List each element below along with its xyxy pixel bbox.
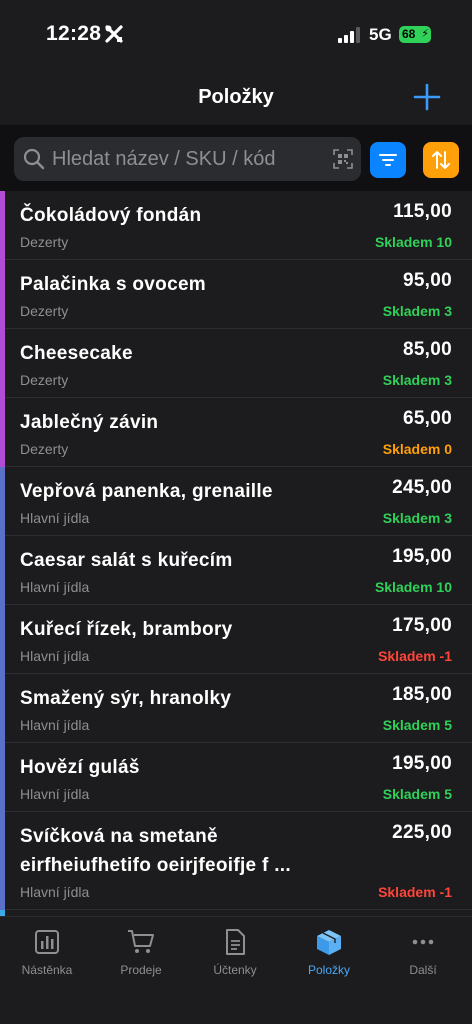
- status-time: 12:28: [46, 22, 102, 45]
- category-color-bar: [0, 743, 5, 812]
- item-category: Hlavní jídla: [20, 717, 90, 733]
- category-color-bar: [0, 812, 5, 910]
- item-name: Cheesecake: [20, 343, 133, 364]
- item-category: Dezerty: [20, 372, 69, 388]
- category-color-bar: [0, 605, 5, 674]
- filter-button[interactable]: [370, 142, 406, 178]
- sort-icon: [432, 151, 450, 169]
- list-item[interactable]: Svíčková na smetaně eirfheiufhetifo oeir…: [0, 812, 472, 910]
- tab-label: Prodeje: [120, 963, 162, 977]
- item-name: Vepřová panenka, grenaille: [20, 481, 273, 502]
- stock-badge: Skladem 3: [382, 303, 452, 319]
- tab-nastenka[interactable]: Nástěnka: [0, 927, 94, 977]
- page-title: Položky: [198, 86, 274, 108]
- item-price: 95,00: [402, 270, 452, 291]
- navigation-bar: Položky: [0, 70, 472, 125]
- stock-badge: Skladem 3: [382, 510, 452, 526]
- category-color-bar: [0, 329, 5, 398]
- more-icon: [412, 939, 434, 945]
- sort-button[interactable]: [423, 142, 459, 178]
- item-price: 65,00: [402, 408, 452, 429]
- category-color-bar: [0, 467, 5, 536]
- item-name: Čokoládový fondán: [20, 205, 202, 226]
- tab-label: Další: [409, 963, 437, 977]
- item-price: 85,00: [402, 339, 452, 360]
- stock-badge: Skladem 5: [382, 717, 452, 733]
- list-item[interactable]: Smažený sýr, hranolky 185,00 Hlavní jídl…: [0, 674, 472, 743]
- tools-icon: [104, 24, 124, 49]
- category-color-bar: [0, 674, 5, 743]
- category-color-bar: [0, 398, 5, 467]
- cellular-signal-icon: [338, 27, 362, 48]
- item-name: Kuřecí řízek, brambory: [20, 619, 233, 640]
- list-item[interactable]: Cheesecake 85,00 Dezerty Skladem 3: [0, 329, 472, 398]
- tab-uctenky[interactable]: Účtenky: [188, 927, 282, 977]
- network-type: 5G: [369, 25, 392, 44]
- item-category: Hlavní jídla: [20, 510, 90, 526]
- category-color-bar: [0, 191, 5, 260]
- item-category: Hlavní jídla: [20, 786, 90, 802]
- stock-badge: Skladem -1: [378, 884, 452, 900]
- battery-level: 68: [402, 27, 416, 41]
- item-category: Dezerty: [20, 303, 69, 319]
- list-item[interactable]: Kuřecí řízek, brambory 175,00 Hlavní jíd…: [0, 605, 472, 674]
- item-name: Svíčková na smetaně eirfheiufhetifo oeir…: [20, 826, 291, 876]
- chart-icon: [35, 930, 59, 954]
- battery-indicator: 68 ⚡: [399, 26, 431, 43]
- filter-icon: [379, 154, 397, 166]
- box-icon: [317, 930, 341, 955]
- item-price: 225,00: [392, 822, 452, 843]
- tab-bar: Nástěnka Prodeje Účtenky Položky Další: [0, 916, 472, 1024]
- item-category: Dezerty: [20, 441, 69, 457]
- category-color-bar: [0, 536, 5, 605]
- item-price: 195,00: [392, 546, 452, 567]
- tab-label: Účtenky: [213, 963, 257, 977]
- item-name: Caesar salát s kuřecím: [20, 550, 233, 571]
- add-item-button[interactable]: [410, 80, 444, 114]
- tab-polozky[interactable]: Položky: [282, 927, 376, 977]
- list-item[interactable]: Palačinka s ovocem 95,00 Dezerty Skladem…: [0, 260, 472, 329]
- item-price: 245,00: [392, 477, 452, 498]
- item-price: 175,00: [392, 615, 452, 636]
- category-color-bar: [0, 260, 5, 329]
- stock-badge: Skladem 0: [382, 441, 452, 457]
- status-bar: 12:28 5G 68 ⚡: [0, 0, 472, 70]
- search-toolbar: [0, 125, 472, 191]
- search-field[interactable]: [14, 137, 361, 181]
- list-item[interactable]: Caesar salát s kuřecím 195,00 Hlavní jíd…: [0, 536, 472, 605]
- item-category: Hlavní jídla: [20, 884, 90, 900]
- item-name: Jablečný závin: [20, 412, 159, 433]
- item-price: 195,00: [392, 753, 452, 774]
- item-category: Hlavní jídla: [20, 648, 90, 664]
- tab-prodeje[interactable]: Prodeje: [94, 927, 188, 977]
- search-input[interactable]: [52, 137, 322, 181]
- tab-dalsi[interactable]: Další: [376, 927, 470, 977]
- list-item[interactable]: Hovězí guláš 195,00 Hlavní jídla Skladem…: [0, 743, 472, 812]
- list-item[interactable]: Čokoládový fondán 115,00 Dezerty Skladem…: [0, 191, 472, 260]
- tab-label: Nástěnka: [21, 963, 73, 977]
- item-category: Dezerty: [20, 234, 69, 250]
- stock-badge: Skladem 10: [374, 234, 452, 250]
- item-category: Hlavní jídla: [20, 579, 90, 595]
- stock-badge: Skladem 5: [382, 786, 452, 802]
- cart-icon: [128, 930, 154, 953]
- item-name: Smažený sýr, hranolky: [20, 688, 232, 709]
- items-list[interactable]: Čokoládový fondán 115,00 Dezerty Skladem…: [0, 191, 472, 916]
- item-price: 185,00: [392, 684, 452, 705]
- list-item[interactable]: Vepřová panenka, grenaille 245,00 Hlavní…: [0, 467, 472, 536]
- item-name: Hovězí guláš: [20, 757, 140, 778]
- barcode-scan-icon[interactable]: [333, 149, 353, 174]
- list-item[interactable]: Jablečný závin 65,00 Dezerty Skladem 0: [0, 398, 472, 467]
- tab-label: Položky: [307, 963, 351, 977]
- stock-badge: Skladem -1: [378, 648, 452, 664]
- item-price: 115,00: [393, 201, 452, 222]
- receipt-icon: [226, 929, 245, 955]
- stock-badge: Skladem 10: [374, 579, 452, 595]
- item-name: Palačinka s ovocem: [20, 274, 207, 295]
- charging-icon: ⚡: [421, 28, 429, 40]
- stock-badge: Skladem 3: [382, 372, 452, 388]
- plus-icon: [413, 83, 441, 111]
- search-icon: [23, 148, 45, 175]
